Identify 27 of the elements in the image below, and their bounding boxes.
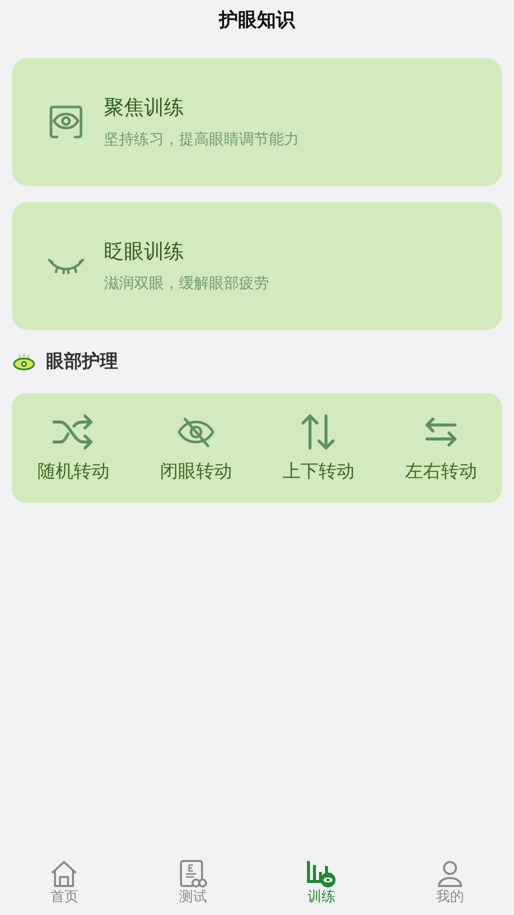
- focus-eye-icon: [48, 104, 84, 140]
- left-right-arrows-icon: [424, 415, 458, 449]
- eye-chart-icon: [178, 860, 207, 888]
- closed-eye-icon: [48, 258, 84, 274]
- training-card[interactable]: 眨眼训练 滋润双眼，缓解眼部疲劳: [12, 202, 502, 330]
- eye-off-icon: [176, 415, 215, 449]
- exercise-item[interactable]: 随机转动: [12, 412, 134, 484]
- home-icon: [50, 860, 78, 888]
- eye-icon: [12, 352, 36, 370]
- page-title: 护眼知识: [218, 8, 296, 33]
- exercise-item[interactable]: 上下转动: [257, 412, 380, 484]
- card-subtitle: 滋润双眼，缓解眼部疲劳: [104, 273, 269, 294]
- user-icon: [436, 860, 464, 888]
- exercise-item[interactable]: 闭眼转动: [134, 412, 257, 484]
- card-title: 聚焦训练: [104, 94, 185, 120]
- training-chart-icon: [306, 860, 336, 888]
- tab-bar-item[interactable]: 测试: [128, 857, 257, 915]
- tab-bar-item[interactable]: 训练: [257, 857, 386, 915]
- exercise-item[interactable]: 左右转动: [380, 412, 502, 484]
- tab-bar-item[interactable]: 首页: [0, 857, 128, 915]
- tab-bar-item[interactable]: 我的: [386, 857, 514, 915]
- section-title: 眼部护理: [46, 350, 118, 374]
- card-title: 眨眼训练: [104, 238, 185, 264]
- shuffle-icon: [52, 413, 94, 451]
- up-down-arrows-icon: [300, 413, 336, 451]
- card-subtitle: 坚持练习，提高眼睛调节能力: [104, 129, 299, 150]
- training-card[interactable]: 聚焦训练 坚持练习，提高眼睛调节能力: [12, 58, 502, 186]
